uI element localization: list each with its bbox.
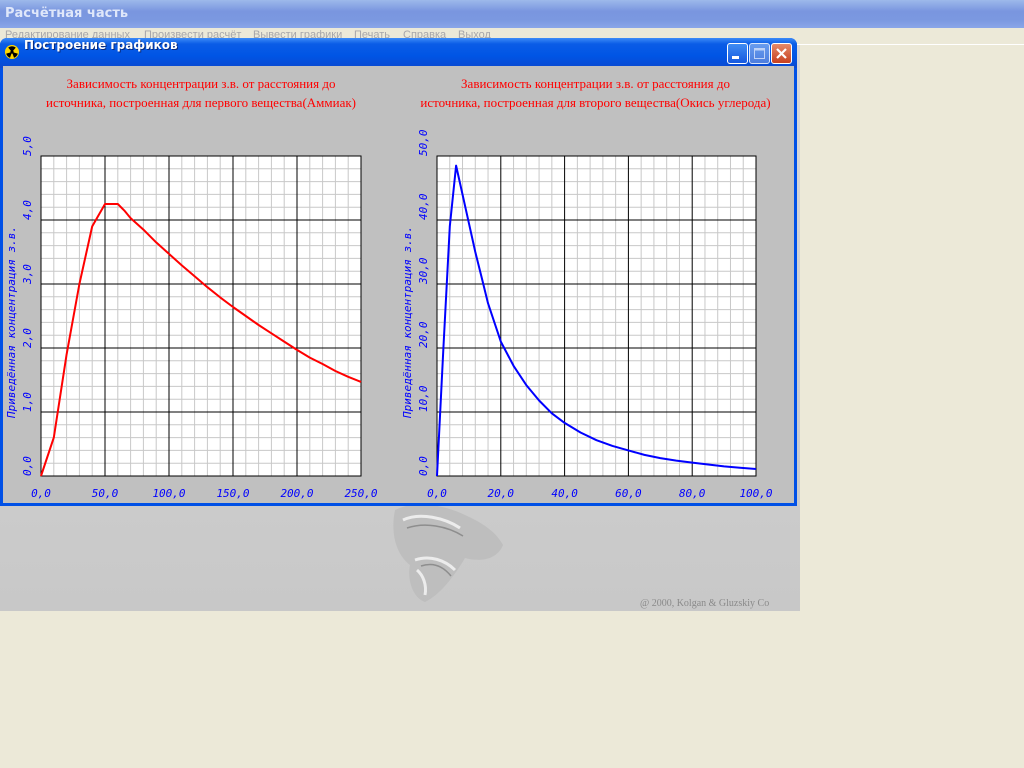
dialog-titlebar[interactable]: Построение графиков: [0, 38, 797, 68]
close-button[interactable]: [771, 43, 792, 64]
chart1-x-tick-label: 250,0: [344, 487, 377, 500]
chart2-y-tick-label: 30,0: [417, 257, 430, 285]
chart1-x-tick-label: 0,0: [31, 487, 51, 500]
chart2-x-tick-label: 20,0: [488, 487, 515, 500]
chart2-y-tick-label: 20,0: [417, 321, 430, 348]
copyright-text: @ 2000, Kolgan & Gluzskiy Co: [640, 598, 770, 609]
chart1-x-tick-label: 100,0: [152, 487, 185, 500]
chart1-y-tick-label: 5,0: [21, 136, 34, 156]
maximize-icon: [754, 48, 765, 59]
chart2-y-tick-label: 0,0: [417, 456, 430, 476]
chart2-x-axis-exponent: 1: [730, 502, 736, 503]
minimize-icon: [732, 56, 739, 59]
chart1-x-tick-label: 200,0: [280, 487, 313, 500]
chart1-x-tick-label: 150,0: [216, 487, 249, 500]
chart1-y-axis-label: Приведённая концентрация з.в.: [5, 226, 18, 419]
main-window-titlebar: Расчётная часть: [0, 0, 1024, 28]
graphs-dialog: Построение графиков Зависимость концентр…: [0, 38, 797, 506]
chart2-y-tick-label: 50,0: [417, 129, 430, 156]
chart2-y-axis-label: Приведённая концентрация з.в.: [401, 226, 414, 419]
chart1-y-tick-label: 2,0: [21, 328, 34, 348]
minimize-button[interactable]: [727, 43, 748, 64]
chart2-x-tick-label: 80,0: [679, 487, 706, 500]
close-icon: [776, 48, 787, 59]
chart1-y-tick-label: 4,0: [21, 200, 34, 220]
background-picture: [393, 504, 503, 602]
dialog-client-area: Зависимость концентрации з.в. от расстоя…: [3, 66, 794, 503]
radiation-icon: [5, 45, 19, 59]
chart2-plot-area: [437, 156, 756, 476]
chart1-y-tick-label: 1,0: [21, 392, 34, 412]
chart1-plot-area: [41, 156, 361, 476]
chart2-x-tick-label: 60,0: [615, 487, 642, 500]
maximize-button[interactable]: [749, 43, 770, 64]
dialog-title: Построение графиков: [24, 38, 178, 52]
chart2-y-tick-label: 40,0: [417, 193, 430, 220]
chart2-y-tick-label: 10,0: [417, 385, 430, 412]
chart2-x-tick-label: 40,0: [551, 487, 578, 500]
main-window-title: Расчётная часть: [5, 6, 129, 21]
chart1-y-tick-label: 0,0: [21, 456, 34, 476]
chart1-x-tick-label: 50,0: [92, 487, 119, 500]
charts-canvas: 0,0 50,0 100,0 150,0 200,0 250,00,01,02,03,04…: [5, 129, 773, 503]
chart2-x-tick-label: 100,0: [739, 487, 772, 500]
chart1-y-tick-label: 3,0: [21, 264, 34, 285]
chart2-x-tick-label: 0,0: [427, 487, 447, 500]
